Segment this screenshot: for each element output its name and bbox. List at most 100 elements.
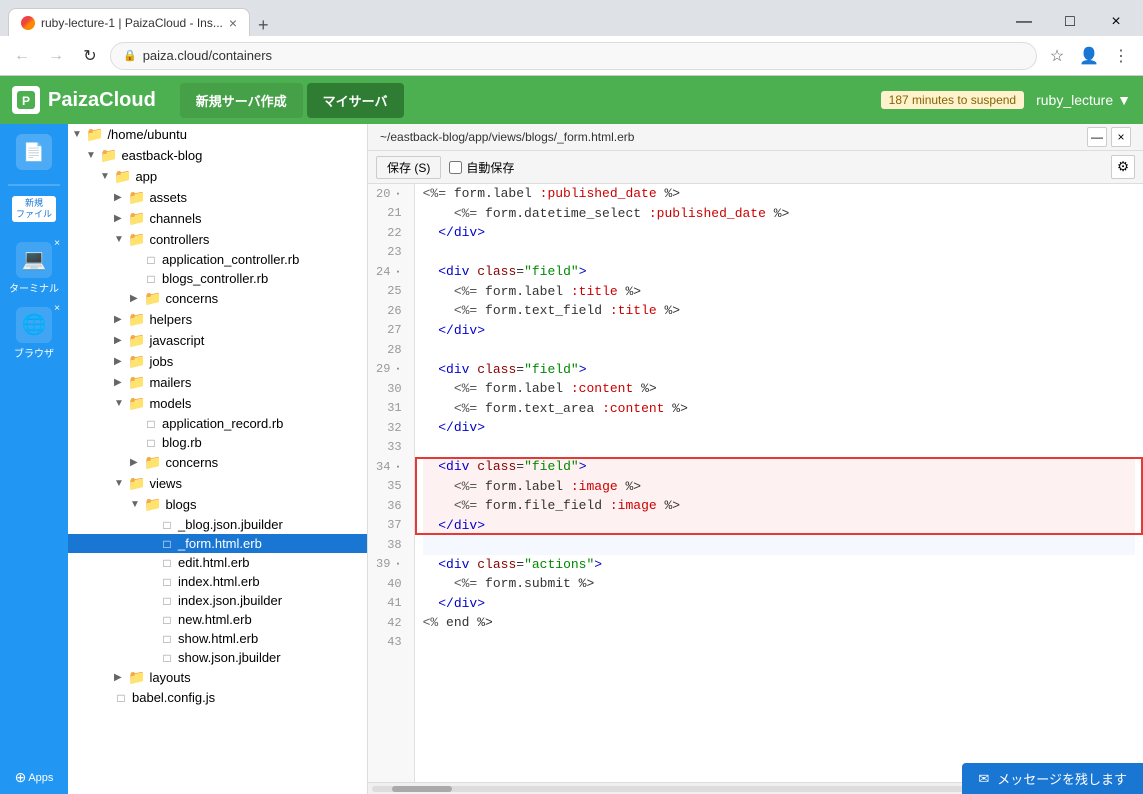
new-tab-button[interactable]: + bbox=[250, 15, 277, 36]
file-icon: □ bbox=[160, 651, 174, 665]
star-button[interactable]: ☆ bbox=[1043, 42, 1071, 70]
tab-bar: ruby-lecture-1 | PaizaCloud - Ins... × +… bbox=[0, 0, 1143, 36]
tree-item-application-controller[interactable]: □ application_controller.rb bbox=[68, 250, 367, 269]
tree-arrow: ▶ bbox=[114, 335, 128, 346]
folder-icon: 📁 bbox=[114, 168, 131, 185]
tree-item-concerns-ctrl[interactable]: ▶ 📁 concerns bbox=[68, 288, 367, 309]
browser-chrome: ruby-lecture-1 | PaizaCloud - Ins... × +… bbox=[0, 0, 1143, 76]
tree-item-channels[interactable]: ▶ 📁 channels bbox=[68, 208, 367, 229]
line-number: 33 bbox=[376, 438, 406, 458]
apps-button[interactable]: ⊕ +⊕ Apps Apps bbox=[9, 767, 60, 788]
sidebar-item-terminal[interactable]: 💻 ターミナル × bbox=[6, 238, 62, 299]
forward-button[interactable]: → bbox=[42, 42, 70, 70]
code-area[interactable]: <%= form.label :published_date %> <%= fo… bbox=[415, 184, 1143, 782]
folder-icon: 📁 bbox=[86, 126, 103, 143]
tree-label: layouts bbox=[149, 670, 190, 685]
code-line: <%= form.text_field :title %> bbox=[423, 301, 1135, 321]
editor-minimize-button[interactable]: — bbox=[1087, 127, 1107, 147]
reload-button[interactable]: ↻ bbox=[76, 42, 104, 70]
folder-icon: 📁 bbox=[128, 332, 145, 349]
autosave-checkbox-container[interactable]: 自動保存 bbox=[449, 159, 514, 176]
tree-item-eastback-blog[interactable]: ▼ 📁 eastback-blog bbox=[68, 145, 367, 166]
code-line bbox=[423, 438, 1135, 458]
apps-icon: ⊕ bbox=[15, 769, 27, 786]
tree-arrow: ▼ bbox=[100, 171, 114, 182]
tree-item-controllers[interactable]: ▼ 📁 controllers bbox=[68, 229, 367, 250]
maximize-button[interactable]: □ bbox=[1047, 8, 1093, 36]
tree-item-application-record[interactable]: □ application_record.rb bbox=[68, 414, 367, 433]
tree-item-concerns-model[interactable]: ▶ 📁 concerns bbox=[68, 452, 367, 473]
tab-close-button[interactable]: × bbox=[229, 16, 237, 30]
tree-item-blog-json[interactable]: □ _blog.json.jbuilder bbox=[68, 515, 367, 534]
tree-item-views[interactable]: ▼ 📁 views bbox=[68, 473, 367, 494]
my-server-button[interactable]: マイサーバ bbox=[307, 83, 404, 118]
tree-item-layouts[interactable]: ▶ 📁 layouts bbox=[68, 667, 367, 688]
sidebar-item-file[interactable]: 📄 bbox=[6, 130, 62, 174]
sidebar-item-new-file[interactable]: 新規ファイル bbox=[6, 192, 62, 226]
browser-label: ブラウザ bbox=[14, 345, 54, 360]
tree-item-show-json[interactable]: □ show.json.jbuilder bbox=[68, 648, 367, 667]
settings-button[interactable]: ⚙ bbox=[1111, 155, 1135, 179]
line-number: 32 bbox=[376, 418, 406, 438]
new-server-button[interactable]: 新規サーバ作成 bbox=[180, 83, 303, 118]
scrollbar-thumb[interactable] bbox=[392, 786, 452, 792]
tree-label: jobs bbox=[149, 354, 173, 369]
secure-icon: 🔒 bbox=[123, 49, 137, 62]
folder-icon: 📁 bbox=[144, 496, 161, 513]
url-bar[interactable]: 🔒 paiza.cloud/containers bbox=[110, 42, 1037, 70]
line-number: 43 bbox=[376, 633, 406, 653]
active-tab[interactable]: ruby-lecture-1 | PaizaCloud - Ins... × bbox=[8, 8, 250, 36]
back-button[interactable]: ← bbox=[8, 42, 36, 70]
bottom-message-bar[interactable]: ✉ メッセージを残します bbox=[962, 763, 1143, 794]
user-button[interactable]: 👤 bbox=[1075, 42, 1103, 70]
tree-item-mailers[interactable]: ▶ 📁 mailers bbox=[68, 372, 367, 393]
tree-item-index-json[interactable]: □ index.json.jbuilder bbox=[68, 591, 367, 610]
tree-item-babel-config[interactable]: □ babel.config.js bbox=[68, 688, 367, 707]
tree-label: app bbox=[135, 169, 157, 184]
tree-item-edit-html[interactable]: □ edit.html.erb bbox=[68, 553, 367, 572]
tree-item-show-html[interactable]: □ show.html.erb bbox=[68, 629, 367, 648]
tree-label: javascript bbox=[149, 333, 204, 348]
tree-item-app[interactable]: ▼ 📁 app bbox=[68, 166, 367, 187]
tree-item-blogs-controller[interactable]: □ blogs_controller.rb bbox=[68, 269, 367, 288]
tree-item-models[interactable]: ▼ 📁 models bbox=[68, 393, 367, 414]
user-menu[interactable]: ruby_lecture ▼ bbox=[1036, 92, 1131, 108]
terminal-close-icon[interactable]: × bbox=[54, 238, 60, 249]
tree-item-helpers[interactable]: ▶ 📁 helpers bbox=[68, 309, 367, 330]
folder-icon: 📁 bbox=[128, 231, 145, 248]
file-icon: □ bbox=[160, 556, 174, 570]
line-numbers: 2021222324252627282930313233343536373839… bbox=[368, 184, 415, 782]
autosave-checkbox[interactable] bbox=[449, 161, 462, 174]
line-number: 42 bbox=[376, 613, 406, 633]
browser-close-icon[interactable]: × bbox=[54, 303, 60, 314]
editor-content[interactable]: 2021222324252627282930313233343536373839… bbox=[368, 184, 1143, 782]
tree-item-assets[interactable]: ▶ 📁 assets bbox=[68, 187, 367, 208]
code-line: <div class="actions"> bbox=[423, 555, 1135, 575]
save-button[interactable]: 保存 (S) bbox=[376, 156, 441, 179]
tree-item-jobs[interactable]: ▶ 📁 jobs bbox=[68, 351, 367, 372]
sidebar-icons: 📄 新規ファイル 💻 ターミナル × 🌐 ブラウザ × ⊕ +⊕ Apps Ap… bbox=[0, 124, 68, 794]
tree-label: mailers bbox=[149, 375, 191, 390]
gear-icon: ⚙ bbox=[1117, 159, 1129, 175]
tree-item-index-html[interactable]: □ index.html.erb bbox=[68, 572, 367, 591]
editor-title-bar: ~/eastback-blog/app/views/blogs/_form.ht… bbox=[368, 124, 1143, 151]
sidebar-item-browser[interactable]: 🌐 ブラウザ × bbox=[6, 303, 62, 364]
minimize-button[interactable]: — bbox=[1001, 8, 1047, 36]
menu-button[interactable]: ⋮ bbox=[1107, 42, 1135, 70]
tree-item-blog[interactable]: □ blog.rb bbox=[68, 433, 367, 452]
folder-icon: 📁 bbox=[144, 454, 161, 471]
line-number: 21 bbox=[376, 204, 406, 224]
tree-root[interactable]: ▼ 📁 /home/ubuntu bbox=[68, 124, 367, 145]
paiza-nav: 新規サーバ作成 マイサーバ bbox=[180, 83, 404, 118]
tree-item-new-html[interactable]: □ new.html.erb bbox=[68, 610, 367, 629]
file-tree[interactable]: ▼ 📁 /home/ubuntu ▼ 📁 eastback-blog ▼ 📁 a… bbox=[68, 124, 368, 794]
paiza-header: P PaizaCloud 新規サーバ作成 マイサーバ 187 minutes t… bbox=[0, 76, 1143, 124]
url-text: paiza.cloud/containers bbox=[143, 48, 272, 63]
tree-label: _blog.json.jbuilder bbox=[178, 517, 283, 532]
folder-icon: 📁 bbox=[144, 290, 161, 307]
editor-close-button[interactable]: × bbox=[1111, 127, 1131, 147]
tree-item-form-html[interactable]: □ _form.html.erb bbox=[68, 534, 367, 553]
tree-item-blogs[interactable]: ▼ 📁 blogs bbox=[68, 494, 367, 515]
tree-item-javascript[interactable]: ▶ 📁 javascript bbox=[68, 330, 367, 351]
close-button[interactable]: × bbox=[1093, 8, 1139, 36]
